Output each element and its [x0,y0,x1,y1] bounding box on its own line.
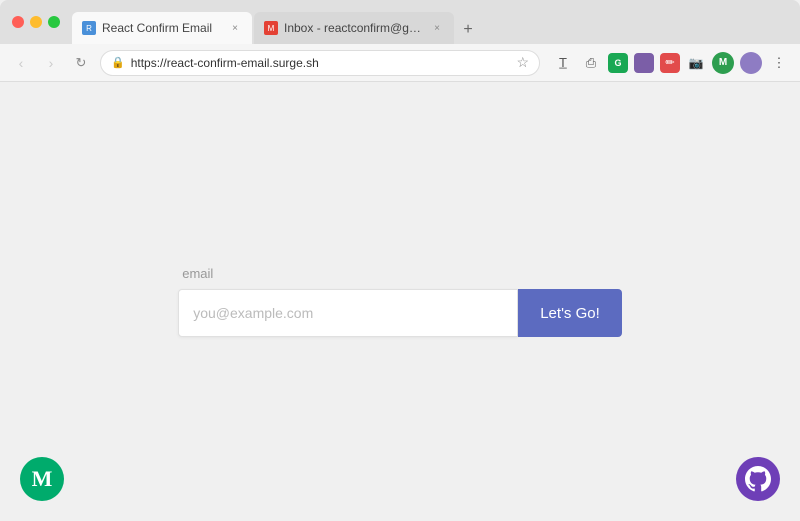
form-area: email Let's Go! [178,266,622,337]
tabs-area: R React Confirm Email × M Inbox - reactc… [72,0,788,44]
forward-button[interactable]: › [40,52,62,74]
back-button[interactable]: ‹ [10,52,32,74]
github-logo[interactable] [736,457,780,501]
tab-2-favicon: M [264,21,278,35]
cast-icon[interactable]: ⎙ [580,52,602,74]
tab-2-title: Inbox - reactconfirm@gmail.co [284,21,424,35]
address-bar: ‹ › ↻ 🔒 https://react-confirm-email.surg… [0,44,800,82]
email-input-wrapper [178,289,518,337]
translate-icon[interactable]: T̲ [552,52,574,74]
input-row: Let's Go! [178,289,622,337]
extension-purple-rect[interactable] [634,53,654,73]
extension-red[interactable]: ✏ [660,53,680,73]
tab-1-close[interactable]: × [228,21,242,35]
browser-frame: R React Confirm Email × M Inbox - reactc… [0,0,800,521]
lock-icon: 🔒 [111,56,125,69]
extension-green[interactable]: G [608,53,628,73]
new-tab-button[interactable]: + [454,16,482,44]
tab-1[interactable]: R React Confirm Email × [72,12,252,44]
email-input[interactable] [193,305,503,321]
maximize-button[interactable] [48,16,60,28]
title-bar: R React Confirm Email × M Inbox - reactc… [0,0,800,44]
refresh-button[interactable]: ↻ [70,52,92,74]
tab-2[interactable]: M Inbox - reactconfirm@gmail.co × [254,12,454,44]
more-options-icon[interactable]: ⋮ [768,52,790,74]
medium-logo[interactable]: M [20,457,64,501]
url-text: https://react-confirm-email.surge.sh [131,56,511,70]
traffic-lights [12,16,60,28]
submit-button[interactable]: Let's Go! [518,289,622,337]
user-avatar[interactable]: M [712,52,734,74]
url-bar[interactable]: 🔒 https://react-confirm-email.surge.sh ☆ [100,50,540,76]
tab-2-close[interactable]: × [430,21,444,35]
page-content: email Let's Go! M [0,82,800,521]
email-label: email [182,266,213,281]
tab-1-title: React Confirm Email [102,21,222,35]
tab-1-favicon: R [82,21,96,35]
minimize-button[interactable] [30,16,42,28]
browser-toolbar-icons: T̲ ⎙ G ✏ 📷 M ⋮ [552,52,790,74]
extension-camera[interactable]: 📷 [686,53,706,73]
profile-icon[interactable] [740,52,762,74]
bookmark-icon[interactable]: ☆ [516,54,529,71]
close-button[interactable] [12,16,24,28]
